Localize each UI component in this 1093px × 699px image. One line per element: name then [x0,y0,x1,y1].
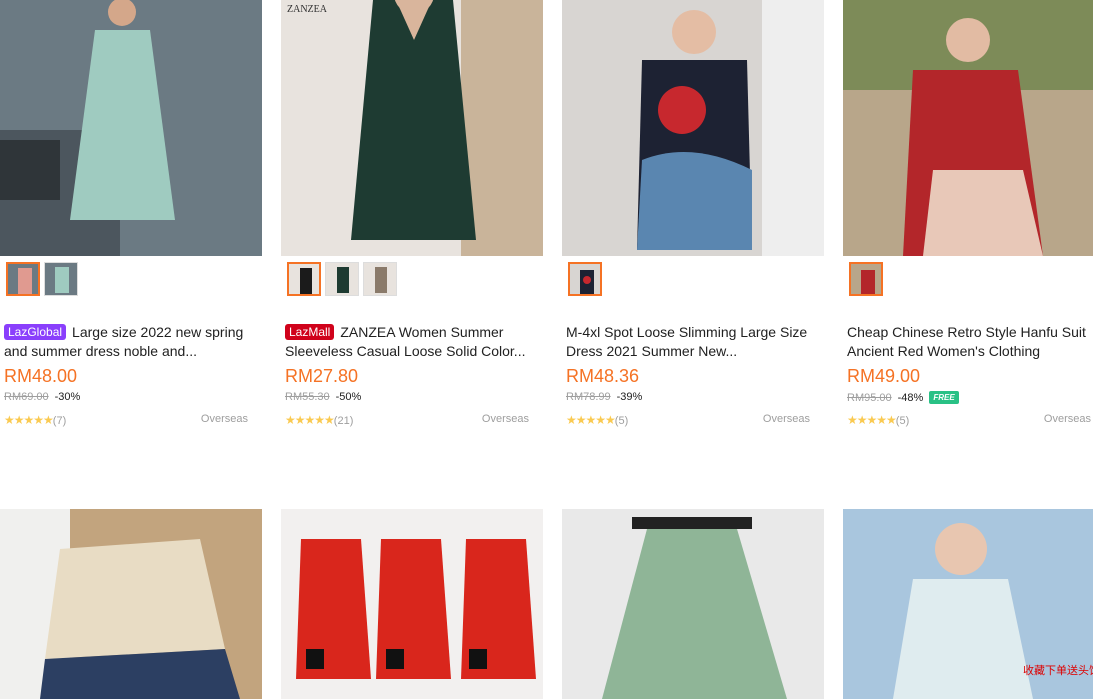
product-image[interactable] [281,509,543,699]
lazmall-badge: LazMall [285,324,335,340]
location: Overseas [762,413,810,425]
watermark-text: 收藏下单送头饰 [1023,663,1093,677]
product-image[interactable]: 收藏下单送头饰 [843,509,1093,699]
rating-stars: ★★★★★ [847,413,897,427]
discount: -39% [616,391,643,403]
free-shipping-badge: FREE [929,391,959,404]
product-title[interactable]: LazMall ZANZEA Women Summer Sleeveless Ca… [285,323,537,361]
review-count: (7) [52,415,67,427]
thumbnail[interactable] [363,262,397,296]
review-count: (21) [333,415,354,427]
thumbnail[interactable] [325,262,359,296]
product-title[interactable]: LazGlobal Large size 2022 new spring and … [4,323,256,361]
rating-stars: ★★★★★ [566,413,616,427]
product-image[interactable] [0,509,262,699]
product-title[interactable]: M-4xl Spot Loose Slimming Large Size Dre… [566,323,818,361]
discount: -30% [54,391,81,403]
lazglobal-badge: LazGlobal [4,324,67,340]
product-price: RM49.00 [847,366,921,386]
thumbnail[interactable] [44,262,78,296]
review-count: (5) [614,415,629,427]
product-price: RM48.36 [566,366,640,386]
location: Overseas [481,413,529,425]
discount: -48% [897,391,924,404]
location: Overseas [1043,413,1091,425]
product-image[interactable] [0,0,262,256]
product-image[interactable] [562,509,824,699]
original-price: RM95.00 [847,391,892,404]
svg-text:ZANZEA: ZANZEA [287,4,328,15]
original-price: RM55.30 [285,391,330,403]
product-image[interactable] [562,0,824,256]
thumbnail[interactable] [287,262,321,296]
thumbnail[interactable] [849,262,883,296]
thumbnail[interactable] [568,262,602,296]
rating-stars: ★★★★★ [4,413,54,427]
product-image[interactable] [843,0,1093,256]
product-title[interactable]: Cheap Chinese Retro Style Hanfu Suit Anc… [847,323,1093,361]
location: Overseas [200,413,248,425]
product-image[interactable]: ZANZEA [281,0,543,256]
product-price: RM27.80 [285,366,359,386]
discount: -50% [335,391,362,403]
review-count: (5) [895,415,910,427]
original-price: RM69.00 [4,391,49,403]
rating-stars: ★★★★★ [285,413,335,427]
thumbnail[interactable] [6,262,40,296]
product-price: RM48.00 [4,366,78,386]
original-price: RM78.99 [566,391,611,403]
